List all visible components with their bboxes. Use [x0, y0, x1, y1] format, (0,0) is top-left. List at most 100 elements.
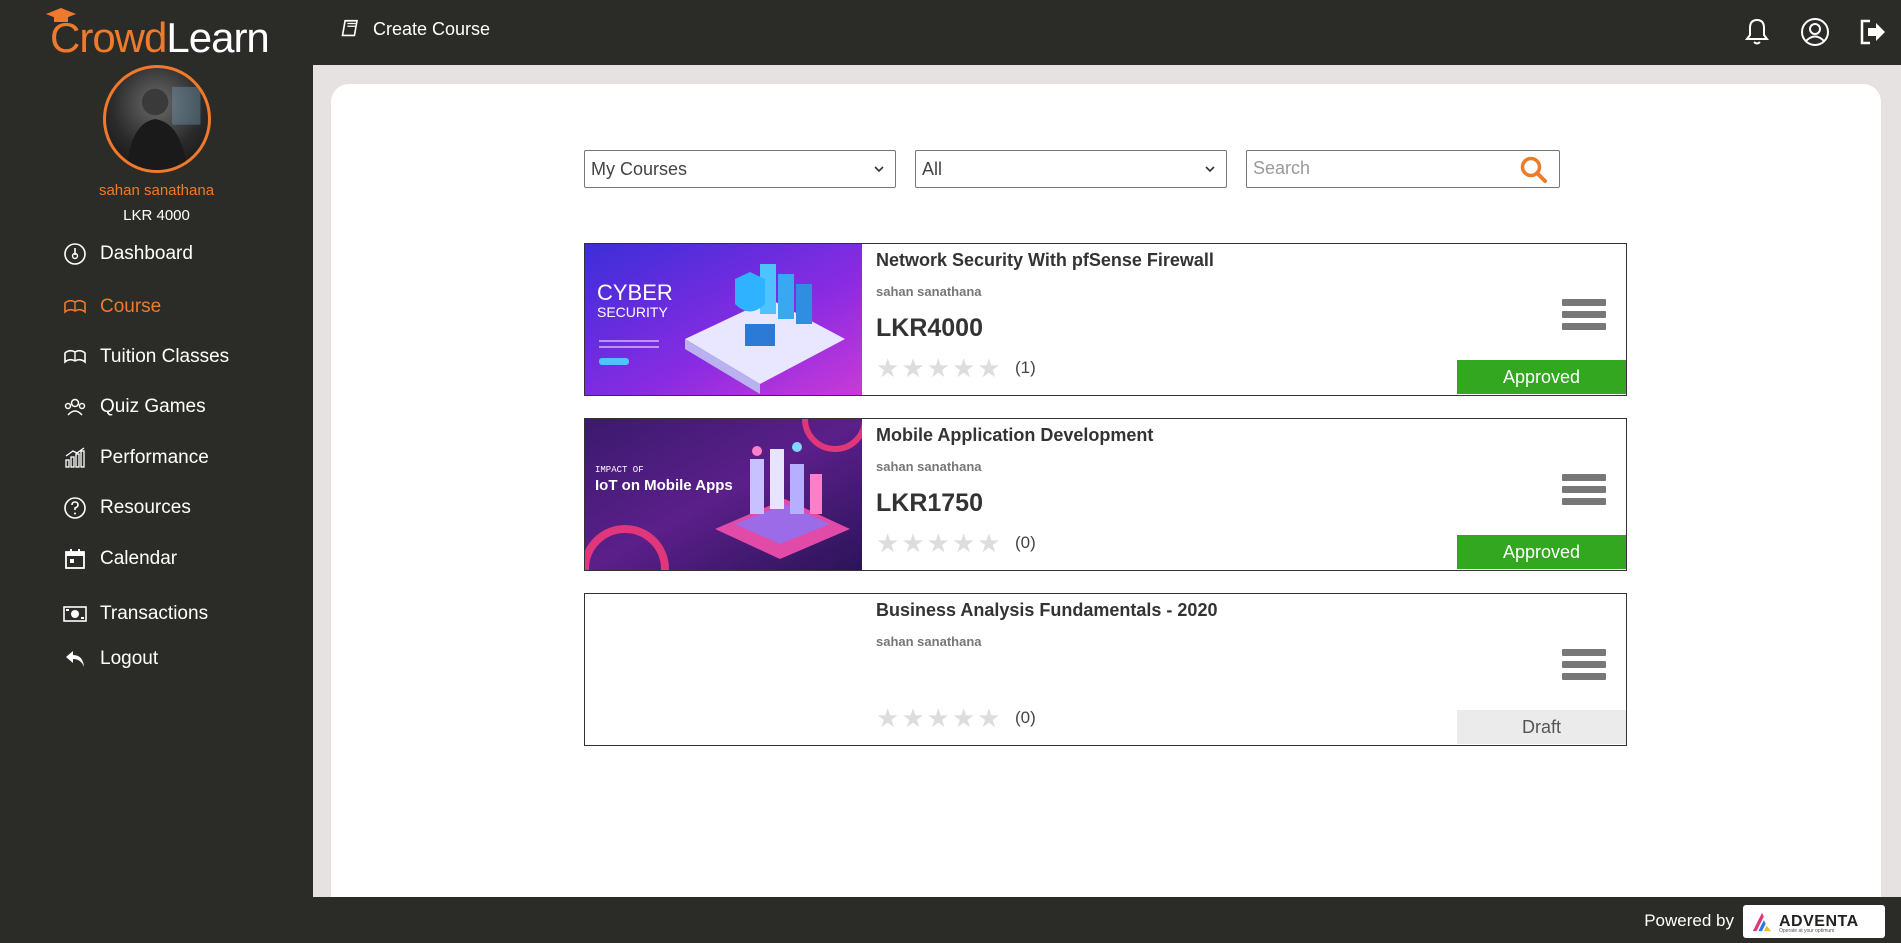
star-icon: ★ [977, 703, 1001, 733]
sidebar-item-label: Resources [100, 497, 191, 518]
course-author: sahan sanathana [876, 284, 982, 299]
course-filter-value: My Courses [591, 158, 688, 179]
star-icon: ★ [876, 703, 900, 733]
powered-by-label: Powered by [1644, 911, 1734, 930]
star-icon: ★ [901, 353, 925, 383]
star-icon: ★ [901, 703, 925, 733]
sidebar-item-dashboard[interactable]: Dashboard [62, 241, 193, 267]
hamburger-menu-icon[interactable] [1562, 299, 1606, 339]
sidebar-item-label: Logout [100, 648, 159, 669]
course-title[interactable]: Mobile Application Development [876, 425, 1153, 446]
bar-chart-icon [62, 445, 88, 471]
status-filter-value: All [922, 158, 943, 179]
rating-count: (0) [1015, 533, 1036, 552]
course-thumbnail[interactable]: IMPACT OF IoT on Mobile Apps [585, 419, 862, 570]
star-icon: ★ [951, 353, 976, 383]
user-name: sahan sanathana [98, 182, 215, 199]
create-course-button[interactable]: Create Course [341, 18, 490, 40]
sidebar-item-performance[interactable]: Performance [62, 445, 209, 471]
rating-stars: ★ ★ ★ ★ ★ [876, 353, 1001, 383]
thumbnail-text-2: SECURITY [597, 304, 668, 320]
sidebar-item-calendar[interactable]: Calendar [62, 546, 177, 572]
sidebar-item-logout[interactable]: Logout [62, 646, 158, 672]
course-thumbnail[interactable]: CYBER SECURITY [585, 244, 862, 395]
brand-logo[interactable]: ADVENTA Operate at your optimum [1743, 905, 1885, 938]
user-balance: LKR 4000 [123, 207, 190, 224]
bell-icon[interactable] [1741, 16, 1773, 53]
star-icon: ★ [901, 528, 925, 558]
avatar-image [126, 86, 201, 170]
sidebar-item-label: Transactions [100, 603, 209, 624]
sidebar-item-transactions[interactable]: Transactions [62, 601, 208, 627]
undo-icon [62, 646, 88, 672]
star-icon: ★ [977, 353, 1001, 383]
sign-out-icon[interactable] [1857, 16, 1889, 53]
logo-text-learn: Learn [166, 14, 269, 61]
course-title[interactable]: Business Analysis Fundamentals - 2020 [876, 600, 1217, 621]
search-icon[interactable] [1519, 155, 1549, 185]
rating-count: (1) [1015, 358, 1036, 377]
search-box [1246, 150, 1560, 188]
avatar[interactable] [103, 65, 211, 173]
star-icon: ★ [876, 353, 900, 383]
course-author: sahan sanathana [876, 459, 982, 474]
sidebar-item-label: Course [100, 296, 162, 317]
status-badge: Approved [1457, 535, 1626, 569]
top-bar: Create Course [313, 0, 1901, 65]
thumbnail-text-1: CYBER [597, 280, 673, 305]
brand-tagline: Operate at your optimum [1779, 928, 1835, 934]
sidebar-item-course[interactable]: Course [62, 294, 161, 320]
book-open-icon [62, 344, 88, 370]
money-icon [62, 601, 88, 627]
course-author: sahan sanathana [876, 634, 982, 649]
star-icon: ★ [951, 703, 976, 733]
star-icon: ★ [977, 528, 1001, 558]
sidebar-item-label: Performance [100, 447, 209, 468]
course-title[interactable]: Network Security With pfSense Firewall [876, 250, 1214, 271]
course-thumbnail[interactable] [585, 594, 862, 745]
status-badge: Approved [1457, 360, 1626, 394]
status-badge: Draft [1457, 710, 1626, 744]
footer: Powered by ADVENTA Operate at your optim… [313, 897, 1901, 943]
course-price: LKR1750 [876, 489, 983, 517]
star-icon: ★ [926, 703, 950, 733]
course-card[interactable]: Business Analysis Fundamentals - 2020 sa… [584, 593, 1627, 746]
thumbnail-text-2: IoT on Mobile Apps [595, 477, 733, 494]
question-icon [62, 495, 88, 521]
app-logo[interactable]: CrowdLearn [46, 8, 270, 62]
user-account-icon[interactable] [1799, 16, 1831, 53]
course-card[interactable]: CYBER SECURITY Network Security With pfS… [584, 243, 1627, 396]
hamburger-menu-icon[interactable] [1562, 649, 1606, 689]
book-icon [62, 294, 88, 320]
course-card[interactable]: IMPACT OF IoT on Mobile Apps Mobile Appl… [584, 418, 1627, 571]
sidebar: CrowdLearn sahan sanathana LKR 4000 Dash… [0, 0, 313, 943]
sidebar-item-quiz-games[interactable]: Quiz Games [62, 394, 206, 420]
sidebar-item-resources[interactable]: Resources [62, 495, 191, 521]
sidebar-item-tuition-classes[interactable]: Tuition Classes [62, 344, 229, 370]
sidebar-item-label: Quiz Games [100, 396, 206, 417]
status-filter-select[interactable]: All [915, 150, 1227, 188]
graduation-cap-icon [46, 8, 76, 22]
hamburger-menu-icon[interactable] [1562, 474, 1606, 514]
chevron-down-icon [874, 166, 884, 173]
thumbnail-text-1: IMPACT OF [595, 465, 644, 475]
course-price: LKR4000 [876, 314, 983, 342]
top-icons [1741, 16, 1889, 53]
calendar-icon [62, 546, 88, 572]
sidebar-item-label: Calendar [100, 548, 178, 569]
star-icon: ★ [951, 528, 976, 558]
rating-count: (0) [1015, 708, 1036, 727]
search-input[interactable] [1253, 151, 1513, 185]
book-icon [341, 19, 358, 37]
star-icon: ★ [876, 528, 900, 558]
group-icon [62, 394, 88, 420]
star-icon: ★ [926, 528, 950, 558]
star-icon: ★ [926, 353, 950, 383]
adventa-logo-icon [1752, 912, 1772, 931]
rating-stars: ★ ★ ★ ★ ★ [876, 528, 1001, 558]
rating-stars: ★ ★ ★ ★ ★ [876, 703, 1001, 733]
create-course-label: Create Course [373, 18, 491, 39]
course-filter-select[interactable]: My Courses [584, 150, 896, 188]
dashboard-icon [62, 241, 88, 267]
sidebar-item-label: Dashboard [100, 243, 193, 264]
